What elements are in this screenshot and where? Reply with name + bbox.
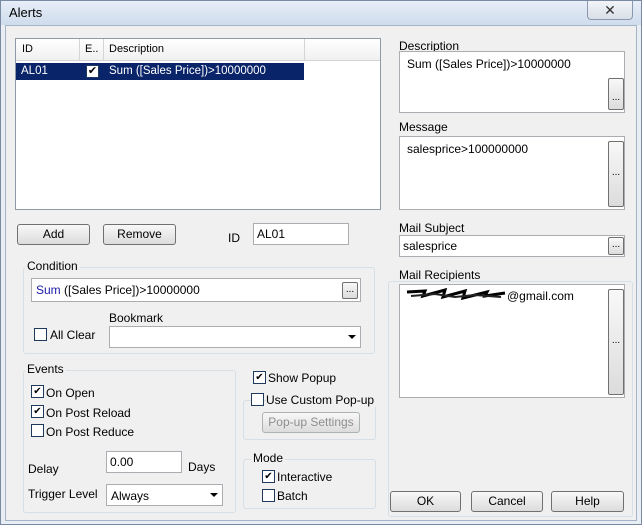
column-separator[interactable]	[79, 39, 80, 61]
message-textarea[interactable]: salesprice>100000000 ...	[399, 136, 625, 210]
on-open-checkbox[interactable]: ✔	[31, 385, 44, 398]
mode-group-label: Mode	[251, 451, 286, 465]
remove-button[interactable]: Remove	[103, 224, 176, 245]
window-title: Alerts	[9, 5, 43, 20]
popup-settings-button[interactable]: Pop-up Settings	[262, 412, 360, 433]
alert-description-cell: Sum ([Sales Price])>10000000	[109, 65, 266, 77]
batch-checkbox[interactable]	[262, 489, 275, 502]
bookmark-dropdown[interactable]	[109, 326, 361, 348]
description-textarea[interactable]: Sum ([Sales Price])>10000000 ...	[399, 51, 625, 113]
dialog-buttons-group	[388, 281, 633, 517]
column-id-header[interactable]: ID	[22, 43, 33, 55]
show-popup-label: Show Popup	[268, 371, 337, 385]
help-button[interactable]: Help	[551, 491, 624, 512]
days-label: Days	[188, 460, 216, 474]
ok-button[interactable]: OK	[390, 491, 461, 512]
message-browse-button[interactable]: ...	[608, 141, 624, 207]
expression-function: Sum	[36, 283, 61, 297]
alert-id-cell: AL01	[21, 65, 48, 77]
message-label: Message	[399, 120, 448, 134]
table-row[interactable]: AL01 ✔ Sum ([Sales Price])>10000000	[16, 63, 304, 80]
interactive-checkbox[interactable]: ✔	[262, 470, 275, 483]
description-text: Sum ([Sales Price])>10000000	[407, 57, 571, 71]
add-button[interactable]: Add	[17, 224, 90, 245]
trigger-level-dropdown[interactable]: Always	[106, 484, 223, 506]
condition-expression-browse-button[interactable]: ...	[342, 282, 358, 299]
events-group-label: Events	[25, 362, 66, 376]
mail-subject-text: salesprice	[403, 239, 458, 253]
batch-label: Batch	[277, 489, 308, 503]
interactive-label: Interactive	[277, 470, 333, 484]
bookmark-label: Bookmark	[109, 311, 164, 325]
id-input-value: AL01	[257, 227, 286, 241]
all-clear-label: All Clear	[50, 328, 96, 342]
chevron-down-icon	[348, 335, 356, 339]
dialog-body: ID E.. Description AL01 ✔ Sum ([Sales Pr…	[5, 25, 637, 521]
id-label: ID	[228, 231, 240, 245]
mail-subject-input[interactable]: salesprice ...	[399, 235, 625, 257]
column-separator[interactable]	[103, 39, 104, 61]
column-description-header[interactable]: Description	[109, 43, 164, 55]
alert-enabled-checkbox[interactable]: ✔	[86, 65, 99, 78]
all-clear-checkbox[interactable]	[34, 328, 47, 341]
condition-expression-input[interactable]: Sum ([Sales Price])>10000000	[31, 278, 361, 302]
delay-input[interactable]: 0.00	[106, 451, 182, 473]
column-separator[interactable]	[304, 39, 305, 61]
alerts-dialog: Alerts ✕ ID E.. Description AL01 ✔ Sum (…	[0, 0, 642, 525]
delay-input-value: 0.00	[110, 455, 134, 469]
title-bar: Alerts ✕	[1, 1, 641, 25]
cancel-button[interactable]: Cancel	[471, 491, 543, 512]
column-enabled-header[interactable]: E..	[85, 43, 98, 55]
on-post-reload-label: On Post Reload	[46, 406, 131, 420]
message-text: salesprice>100000000	[407, 142, 529, 156]
on-post-reload-checkbox[interactable]: ✔	[31, 405, 44, 418]
show-popup-checkbox[interactable]: ✔	[253, 371, 266, 384]
alerts-list[interactable]: ID E.. Description AL01 ✔ Sum ([Sales Pr…	[15, 38, 381, 210]
on-open-label: On Open	[46, 386, 95, 400]
mail-subject-label: Mail Subject	[399, 221, 465, 235]
close-button[interactable]: ✕	[587, 1, 633, 20]
use-custom-popup-checkbox[interactable]	[251, 393, 264, 406]
alerts-list-header: ID E.. Description	[16, 39, 380, 61]
trigger-level-value: Always	[111, 489, 150, 503]
trigger-level-label: Trigger Level	[28, 487, 98, 501]
id-input[interactable]: AL01	[253, 223, 349, 245]
chevron-down-icon	[210, 493, 218, 497]
on-post-reduce-checkbox[interactable]	[31, 424, 44, 437]
delay-label: Delay	[28, 462, 59, 476]
mail-recipients-label: Mail Recipients	[399, 268, 481, 282]
mail-subject-browse-button[interactable]: ...	[608, 237, 624, 255]
condition-expression-text: Sum ([Sales Price])>10000000	[36, 283, 200, 297]
on-post-reduce-label: On Post Reduce	[46, 425, 135, 439]
use-custom-popup-label: Use Custom Pop-up	[266, 393, 377, 407]
description-browse-button[interactable]: ...	[608, 78, 624, 110]
condition-group-label: Condition	[25, 259, 80, 273]
expression-body: ([Sales Price])>10000000	[60, 283, 200, 297]
